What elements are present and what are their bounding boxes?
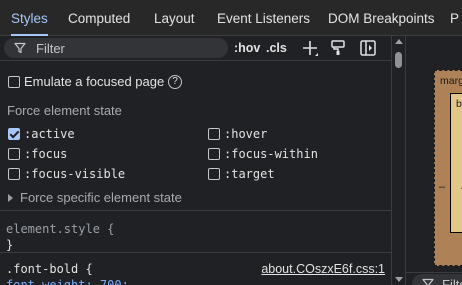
scroll-up-arrow-icon[interactable]	[395, 39, 403, 44]
element-state-options: Emulate a focused page ? Force element s…	[0, 60, 391, 211]
tab-dom-breakpoints[interactable]: DOM Breakpoints	[328, 0, 435, 36]
filter-icon	[14, 42, 26, 54]
tab-styles-label: Styles	[11, 11, 48, 26]
state-active-checkbox[interactable]	[8, 128, 20, 140]
computed-pane: margin – b – Filte	[405, 36, 462, 285]
font-bold-selector: .font-bold {	[6, 262, 93, 276]
state-focus-label[interactable]: :focus	[24, 146, 67, 162]
computed-filter-input[interactable]: Filte	[412, 274, 462, 285]
state-hover-label[interactable]: :hover	[224, 126, 267, 142]
tab-computed-label: Computed	[68, 11, 131, 26]
state-hover-checkbox[interactable]	[208, 128, 220, 140]
cls-toggle-button[interactable]: .cls	[266, 40, 287, 56]
force-specific-state-toggle[interactable]: Force specific element state	[20, 190, 182, 206]
computed-filter-placeholder: Filte	[442, 277, 462, 285]
border-label: b	[456, 98, 462, 110]
tab-properties-label: P	[450, 11, 460, 26]
help-icon[interactable]: ?	[168, 75, 182, 89]
styles-pane: Filter :hov .cls Emulate a focused page …	[0, 36, 391, 285]
font-weight-declaration[interactable]: font-weight: 700;	[6, 277, 129, 285]
filter-icon	[422, 278, 434, 285]
box-model-border[interactable]: b –	[450, 93, 462, 233]
plus-icon[interactable]	[300, 38, 320, 58]
tab-event-listeners-label: Event Listeners	[217, 11, 311, 26]
emulate-focused-label[interactable]: Emulate a focused page	[24, 74, 164, 90]
scroll-down-arrow-icon[interactable]	[395, 277, 403, 282]
paint-brush-icon[interactable]	[328, 38, 348, 58]
state-focus-visible-checkbox[interactable]	[8, 168, 20, 180]
force-state-header: Force element state	[7, 103, 122, 118]
styles-filter-input[interactable]: Filter	[4, 38, 228, 58]
element-style-selector: element.style {	[6, 222, 115, 236]
expand-arrow-icon[interactable]	[8, 194, 13, 202]
tab-dom-breakpoints-label: DOM Breakpoints	[328, 11, 435, 26]
tab-styles[interactable]: Styles	[11, 0, 48, 36]
rule-divider	[0, 252, 391, 253]
state-focus-checkbox[interactable]	[8, 148, 20, 160]
tab-computed[interactable]: Computed	[68, 0, 130, 36]
styles-scrollbar[interactable]	[391, 36, 405, 285]
styles-toolbar: Filter :hov .cls	[0, 36, 391, 60]
sidebar-toggle-icon[interactable]	[358, 38, 378, 58]
state-focus-visible-label[interactable]: :focus-visible	[24, 166, 125, 182]
tab-layout-label: Layout	[154, 11, 195, 26]
margin-label: margin	[440, 75, 462, 87]
emulate-focused-checkbox[interactable]	[8, 76, 20, 88]
state-focus-within-label[interactable]: :focus-within	[224, 146, 318, 162]
hov-toggle-button[interactable]: :hov	[234, 40, 260, 56]
margin-left-value[interactable]: –	[439, 181, 445, 193]
element-style-close: }	[6, 238, 14, 252]
stylesheet-source-link[interactable]: about.COszxE6f.css:1	[261, 262, 385, 276]
state-target-label[interactable]: :target	[224, 166, 275, 182]
scroll-thumb[interactable]	[395, 52, 402, 68]
tab-event-listeners[interactable]: Event Listeners	[217, 0, 310, 36]
panel-tab-bar: Styles Computed Layout Event Listeners D…	[0, 0, 462, 36]
state-active-label[interactable]: :active	[24, 126, 75, 142]
state-focus-within-checkbox[interactable]	[208, 148, 220, 160]
box-model-margin[interactable]: margin – b –	[434, 70, 462, 266]
filter-placeholder: Filter	[36, 41, 65, 56]
tab-properties[interactable]: P	[450, 0, 459, 36]
tab-layout[interactable]: Layout	[154, 0, 195, 36]
computed-divider	[406, 272, 462, 273]
state-target-checkbox[interactable]	[208, 168, 220, 180]
